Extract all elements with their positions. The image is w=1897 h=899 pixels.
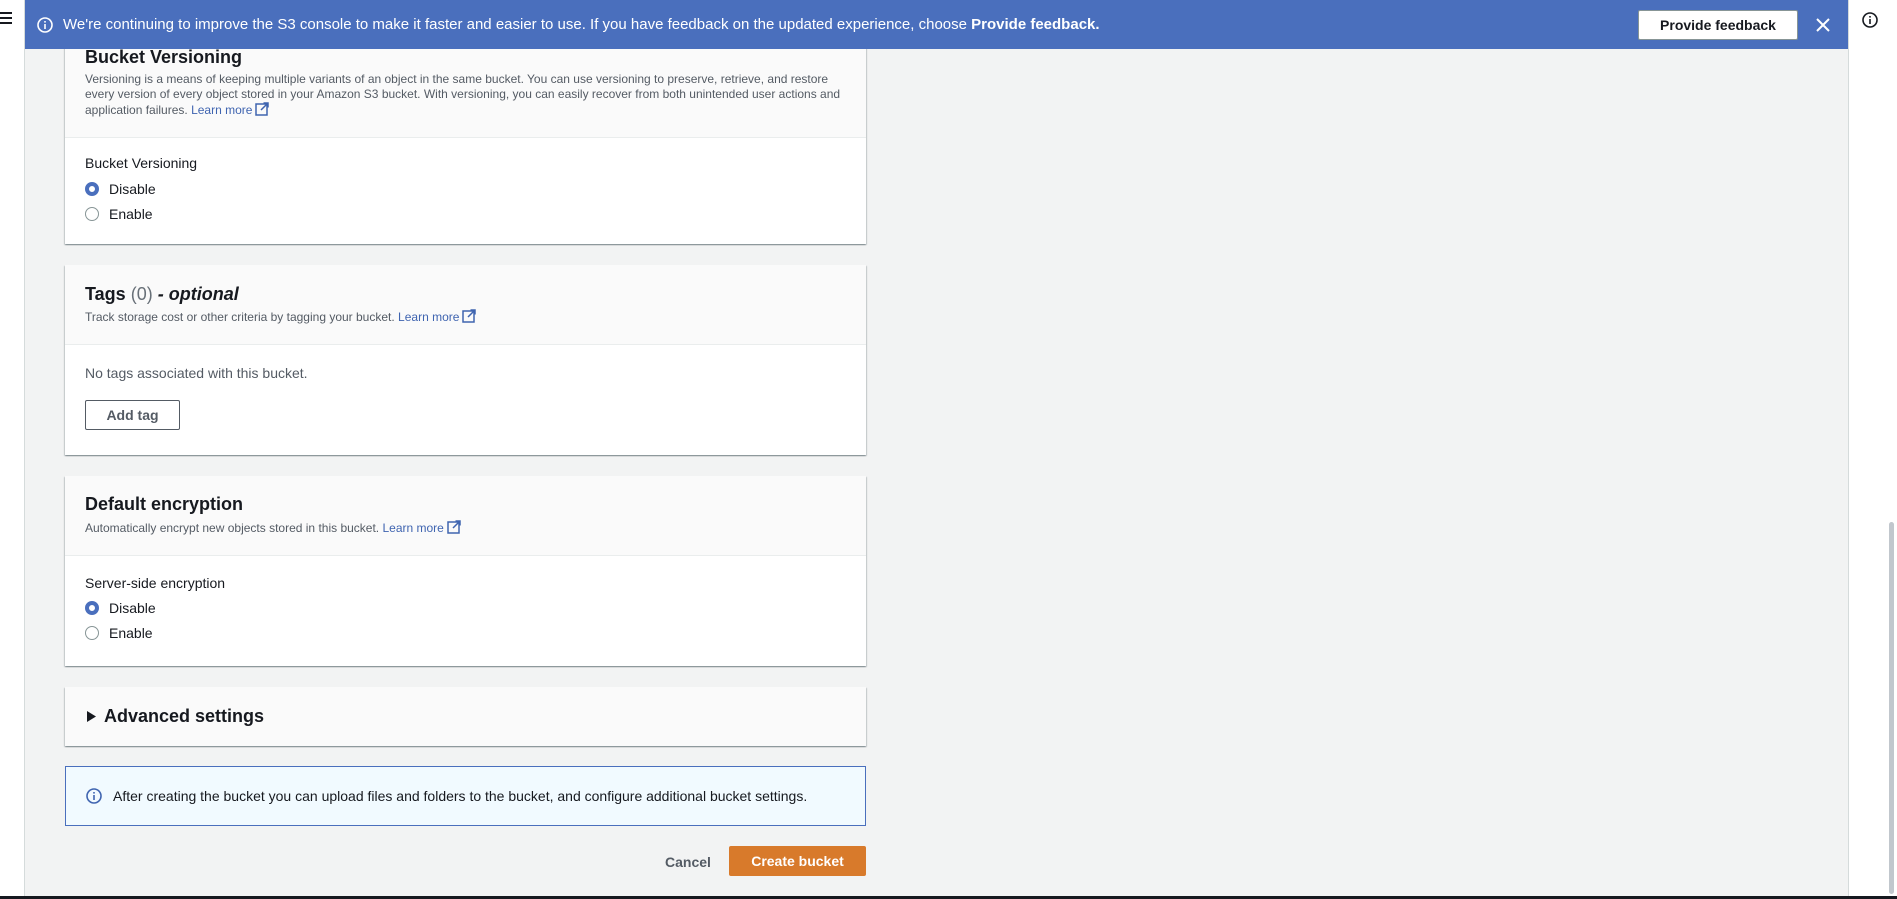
radio-button[interactable]	[85, 206, 99, 221]
info-icon	[37, 16, 53, 33]
advanced-settings-panel[interactable]: Advanced settings	[65, 687, 866, 746]
create-bucket-button[interactable]: Create bucket	[729, 846, 866, 876]
versioning-field-label: Bucket Versioning	[85, 155, 198, 171]
info-icon[interactable]	[1862, 12, 1878, 31]
versioning-disable-label: Disable	[109, 180, 156, 197]
close-icon[interactable]	[1813, 15, 1833, 35]
provide-feedback-button[interactable]: Provide feedback	[1638, 10, 1798, 40]
advanced-settings-title[interactable]: Advanced settings	[104, 706, 264, 727]
external-link-icon[interactable]	[255, 102, 270, 120]
encryption-field-label: Server-side encryption	[85, 575, 226, 591]
menu-icon[interactable]	[0, 12, 14, 24]
versioning-disable-option[interactable]: Disable	[85, 176, 846, 201]
default-encryption-body: Server-side encryption Disable Enable	[65, 556, 866, 645]
info-alert: After creating the bucket you can upload…	[65, 766, 866, 826]
default-encryption-header: Default encryption Automatically encrypt…	[65, 476, 866, 556]
tags-count: (0)	[130, 284, 153, 304]
info-alert-text: After creating the bucket you can upload…	[113, 788, 808, 804]
tags-panel: Tags (0) - optional Track storage cost o…	[65, 265, 866, 455]
tags-title: Tags (0) - optional	[85, 284, 239, 304]
banner-message-bold: Provide feedback.	[971, 16, 1100, 33]
encryption-learn-more-link[interactable]: Learn more	[382, 521, 443, 535]
default-encryption-panel: Default encryption Automatically encrypt…	[65, 476, 866, 666]
feedback-banner: We're continuing to improve the S3 conso…	[25, 0, 1848, 49]
radio-button-checked[interactable]	[85, 181, 99, 196]
encryption-enable-option[interactable]: Enable	[85, 620, 846, 645]
tags-description: Track storage cost or other criteria by …	[85, 309, 846, 327]
add-tag-button[interactable]: Add tag	[85, 400, 180, 430]
tags-header: Tags (0) - optional Track storage cost o…	[65, 265, 866, 345]
versioning-enable-label: Enable	[109, 205, 153, 222]
main-content: We're continuing to improve the S3 conso…	[25, 0, 1848, 899]
encryption-enable-label: Enable	[109, 624, 153, 641]
scrollbar-thumb[interactable]	[1889, 522, 1894, 894]
external-link-icon[interactable]	[447, 520, 461, 538]
tags-body: No tags associated with this bucket. Add…	[65, 345, 866, 430]
left-navigation-rail	[0, 0, 25, 899]
info-icon	[86, 788, 102, 804]
tags-learn-more-link[interactable]: Learn more	[398, 310, 459, 324]
default-encryption-title: Default encryption	[85, 494, 244, 514]
caret-right-icon[interactable]	[87, 711, 96, 722]
bucket-versioning-title: Bucket Versioning	[85, 47, 243, 67]
radio-button[interactable]	[85, 625, 99, 640]
external-link-icon[interactable]	[462, 309, 477, 327]
versioning-enable-option[interactable]: Enable	[85, 201, 846, 226]
banner-message: We're continuing to improve the S3 conso…	[63, 16, 1100, 33]
radio-button-checked[interactable]	[85, 600, 99, 615]
default-encryption-description: Automatically encrypt new objects stored…	[85, 520, 846, 538]
bucket-versioning-description: Versioning is a means of keeping multipl…	[85, 72, 846, 120]
cancel-button[interactable]: Cancel	[653, 848, 723, 876]
no-tags-text: No tags associated with this bucket.	[85, 365, 308, 381]
bucket-versioning-body: Bucket Versioning Disable Enable	[65, 138, 866, 226]
versioning-learn-more-link[interactable]: Learn more	[191, 103, 252, 117]
advanced-settings-header[interactable]: Advanced settings	[65, 687, 866, 746]
encryption-disable-label: Disable	[109, 599, 156, 616]
tags-optional: - optional	[157, 284, 239, 304]
encryption-disable-option[interactable]: Disable	[85, 595, 846, 620]
right-help-rail	[1848, 0, 1897, 899]
